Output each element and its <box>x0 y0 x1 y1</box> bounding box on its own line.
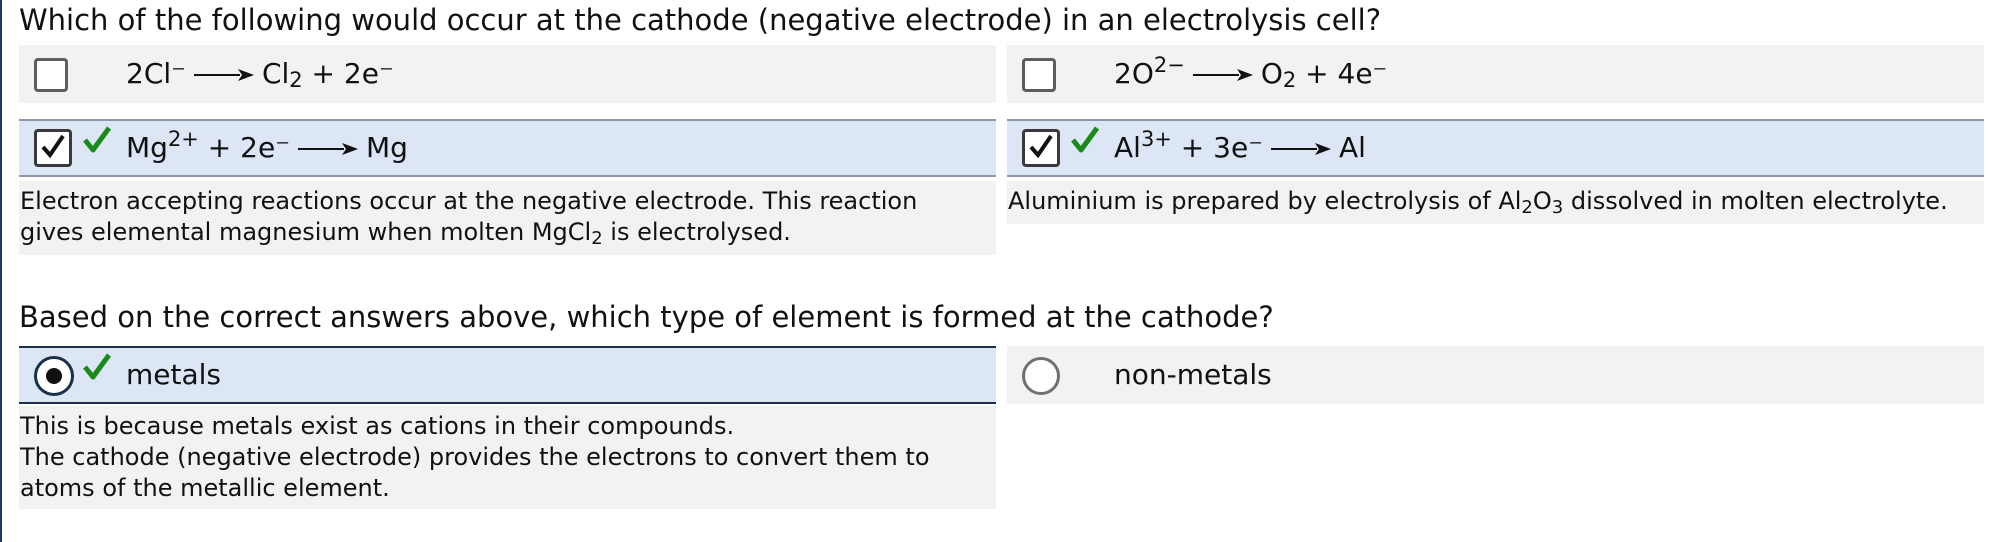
feedback-text: gives elemental magnesium when molten Mg… <box>20 218 592 246</box>
equation-product: Al <box>1339 131 1366 164</box>
equation-product: Cl <box>261 57 290 90</box>
check-mark-icon <box>1071 126 1100 153</box>
feedback-text: Aluminium is prepared by electrolysis of… <box>1008 187 1522 215</box>
radio-button[interactable] <box>1022 357 1060 395</box>
equation-superscript: 3+ <box>1140 127 1172 151</box>
feedback-line: Electron accepting reactions occur at th… <box>20 187 918 215</box>
equation-product-rest: + 4e⁻ <box>1296 57 1388 90</box>
feedback-text: O <box>1532 187 1552 215</box>
feedback-line: This is because metals exist as cations … <box>20 412 735 440</box>
check-mark-icon <box>83 353 112 380</box>
option-non-metals[interactable]: non-metals <box>1007 346 1984 404</box>
question-2-text: Based on the correct answers above, whic… <box>19 300 1274 334</box>
option-mg-reduction[interactable]: Mg2+ + 2e⁻ Mg <box>19 119 996 177</box>
equation-reactant: Al <box>1114 131 1141 164</box>
equation-reactant: 2O <box>1114 57 1154 90</box>
feedback-subscript: 2 <box>591 228 603 249</box>
feedback-line: Aluminium is prepared by electrolysis of… <box>1008 186 1984 217</box>
feedback-text: dissolved in molten electrolyte. <box>1563 187 1948 215</box>
check-mark-icon <box>83 126 112 153</box>
feedback-al: Aluminium is prepared by electrolysis of… <box>1007 181 1984 224</box>
equation-product: Mg <box>366 131 408 164</box>
checkbox-check-icon <box>1029 134 1053 159</box>
equation-product-rest: + 2e⁻ <box>302 57 394 90</box>
page-left-rule <box>0 0 2 542</box>
reaction-arrow-icon <box>1271 143 1331 155</box>
equation-product: O <box>1260 57 1283 90</box>
equation: Mg2+ + 2e⁻ Mg <box>126 121 408 179</box>
option-2o2-to-o2[interactable]: 2O2− O2 + 4e⁻ <box>1007 45 1984 103</box>
option-label: non-metals <box>1114 358 1272 391</box>
option-metals[interactable]: metals <box>19 346 996 404</box>
equation-reactant: Mg <box>126 131 168 164</box>
checkbox-checked[interactable] <box>34 129 72 167</box>
checkbox[interactable] <box>34 58 68 92</box>
option-2cl-to-cl2[interactable]: 2Cl⁻ Cl2 + 2e⁻ <box>19 45 996 103</box>
checkbox-checked[interactable] <box>1022 129 1060 167</box>
equation-subscript: 2 <box>1282 68 1297 92</box>
reaction-arrow-icon <box>1192 69 1253 81</box>
equation-superscript: 2− <box>1153 53 1185 77</box>
feedback-line: The cathode (negative electrode) provide… <box>20 443 930 471</box>
feedback-mg: Electron accepting reactions occur at th… <box>19 181 996 255</box>
feedback-line: atoms of the metallic element. <box>20 474 390 502</box>
feedback-text: is electrolysed. <box>602 218 791 246</box>
reaction-arrow-icon <box>298 143 358 155</box>
radio-button-selected[interactable] <box>34 356 74 396</box>
option-al-reduction[interactable]: Al3+ + 3e⁻ Al <box>1007 119 1984 177</box>
checkbox[interactable] <box>1022 58 1056 92</box>
equation-subscript: 2 <box>289 68 303 92</box>
feedback-line: gives elemental magnesium when molten Mg… <box>20 217 996 248</box>
feedback-subscript: 2 <box>1521 197 1533 218</box>
equation-superscript: 2+ <box>167 127 199 151</box>
reaction-arrow-icon <box>193 69 254 81</box>
feedback-metals: This is because metals exist as cations … <box>19 406 996 509</box>
option-label: metals <box>126 358 222 391</box>
equation-reactant-rest: + 3e⁻ <box>1171 131 1263 164</box>
equation: 2Cl⁻ Cl2 + 2e⁻ <box>126 45 394 103</box>
question-1-text: Which of the following would occur at th… <box>19 3 1382 37</box>
equation-reactant-rest: + 2e⁻ <box>198 131 290 164</box>
radio-dot <box>46 368 62 384</box>
feedback-subscript: 3 <box>1551 197 1564 218</box>
equation: 2O2− O2 + 4e⁻ <box>1114 45 1387 103</box>
equation: Al3+ + 3e⁻ Al <box>1114 121 1366 179</box>
checkbox-check-icon <box>41 134 65 159</box>
equation-reactant: 2Cl⁻ <box>126 57 186 90</box>
